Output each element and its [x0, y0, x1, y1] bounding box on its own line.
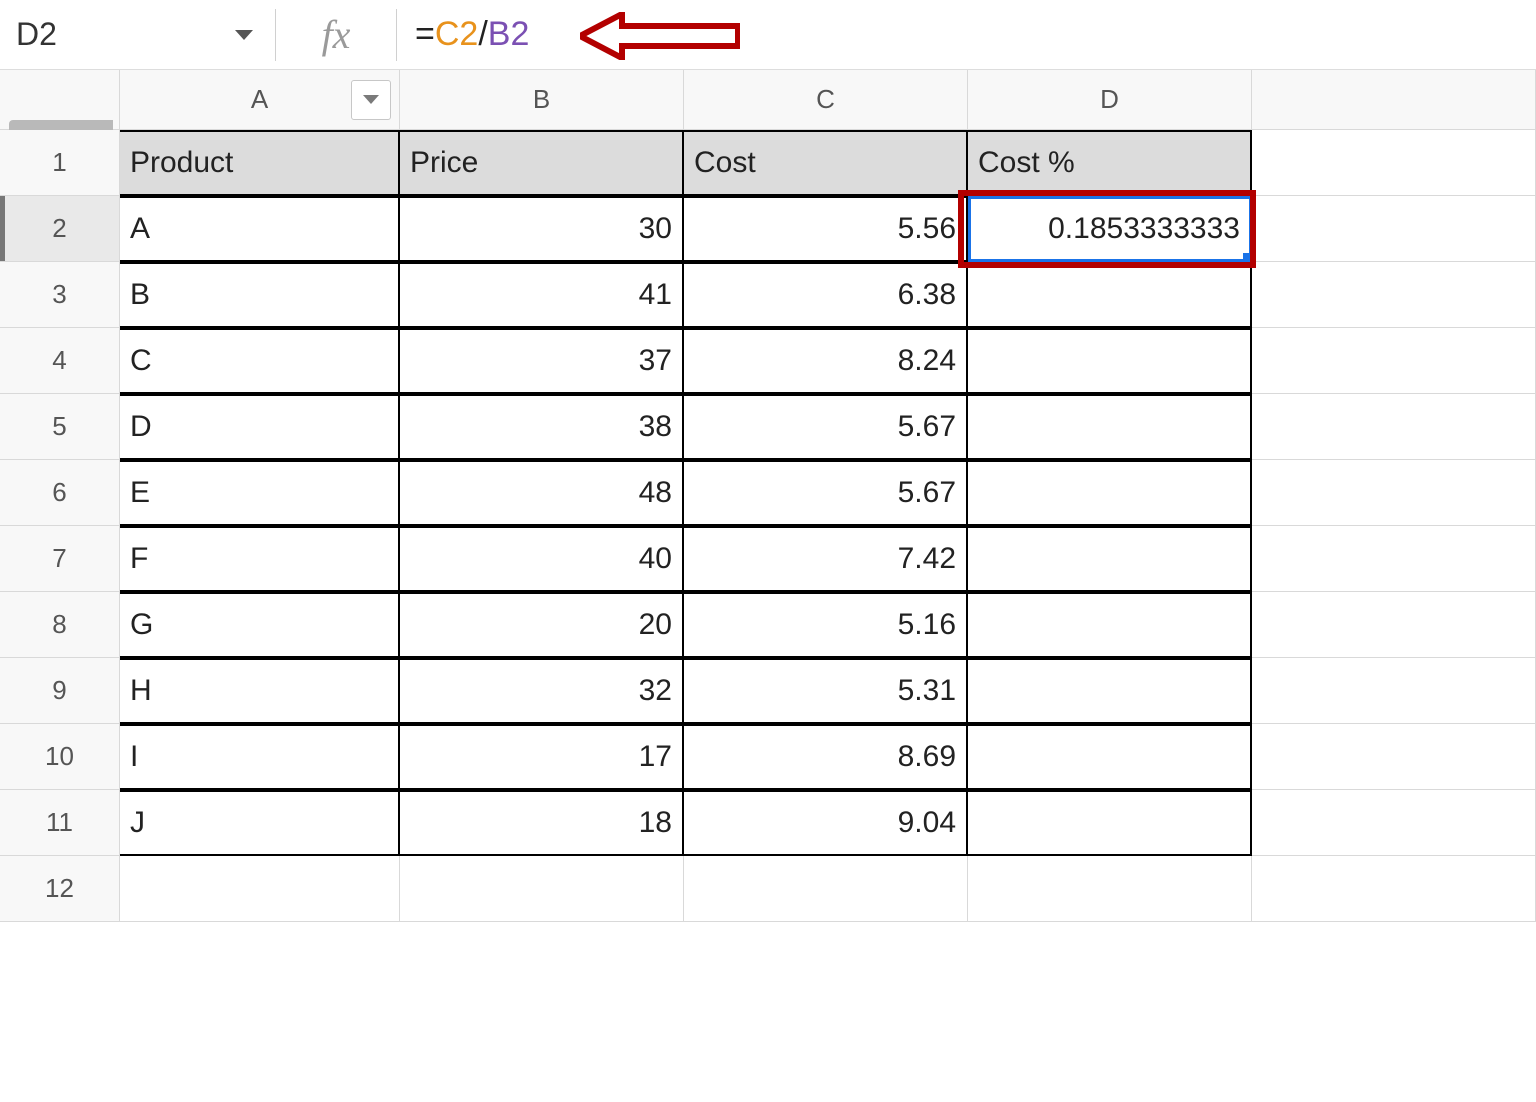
cell-c11[interactable]: 9.04 — [684, 790, 968, 856]
row-header[interactable]: 9 — [0, 658, 120, 724]
cell-d11[interactable] — [968, 790, 1252, 856]
cell-e10[interactable] — [1252, 724, 1536, 790]
cell-b9[interactable]: 32 — [400, 658, 684, 724]
cell-a9[interactable]: H — [120, 658, 400, 724]
cell-c4[interactable]: 8.24 — [684, 328, 968, 394]
column-header-b[interactable]: B — [400, 70, 684, 130]
row-header[interactable]: 6 — [0, 460, 120, 526]
cell-b4[interactable]: 37 — [400, 328, 684, 394]
column-filter-button[interactable] — [351, 80, 391, 120]
formula-ref-b2: B2 — [488, 15, 530, 54]
column-label: A — [251, 84, 268, 115]
cell-b6[interactable]: 48 — [400, 460, 684, 526]
column-header-d[interactable]: D — [968, 70, 1252, 130]
cell-e11[interactable] — [1252, 790, 1536, 856]
name-box[interactable]: D2 — [0, 0, 275, 69]
cell-b11[interactable]: 18 — [400, 790, 684, 856]
row-header[interactable]: 5 — [0, 394, 120, 460]
row-header[interactable]: 11 — [0, 790, 120, 856]
cell-d6[interactable] — [968, 460, 1252, 526]
cell-b7[interactable]: 40 — [400, 526, 684, 592]
cell-d3[interactable] — [968, 262, 1252, 328]
formula-ref-c2: C2 — [435, 15, 478, 54]
cell-e4[interactable] — [1252, 328, 1536, 394]
cell-c8[interactable]: 5.16 — [684, 592, 968, 658]
row-header[interactable]: 4 — [0, 328, 120, 394]
cell-c10[interactable]: 8.69 — [684, 724, 968, 790]
caret-down-icon[interactable] — [235, 30, 253, 40]
cell-e12[interactable] — [1252, 856, 1536, 922]
cell-b12[interactable] — [400, 856, 684, 922]
select-all-corner[interactable] — [0, 70, 120, 130]
cell-d1[interactable]: Cost % — [968, 130, 1252, 196]
cell-a12[interactable] — [120, 856, 400, 922]
cell-e2[interactable] — [1252, 196, 1536, 262]
column-label: D — [1100, 84, 1119, 115]
cell-c1[interactable]: Cost — [684, 130, 968, 196]
cell-a11[interactable]: J — [120, 790, 400, 856]
cell-e3[interactable] — [1252, 262, 1536, 328]
cell-c7[interactable]: 7.42 — [684, 526, 968, 592]
cell-b1[interactable]: Price — [400, 130, 684, 196]
column-label: B — [533, 84, 550, 115]
formula-input[interactable]: = C2 / B2 — [397, 15, 529, 54]
cell-a8[interactable]: G — [120, 592, 400, 658]
cell-a5[interactable]: D — [120, 394, 400, 460]
column-header-c[interactable]: C — [684, 70, 968, 130]
cell-d8[interactable] — [968, 592, 1252, 658]
formula-op: / — [478, 15, 487, 54]
row-header[interactable]: 7 — [0, 526, 120, 592]
cell-b8[interactable]: 20 — [400, 592, 684, 658]
cell-d9[interactable] — [968, 658, 1252, 724]
cell-e9[interactable] — [1252, 658, 1536, 724]
cell-d12[interactable] — [968, 856, 1252, 922]
row-header[interactable]: 2 — [0, 196, 120, 262]
cell-b10[interactable]: 17 — [400, 724, 684, 790]
cell-e1[interactable] — [1252, 130, 1536, 196]
cell-e7[interactable] — [1252, 526, 1536, 592]
caret-down-icon — [363, 95, 379, 104]
cell-b2[interactable]: 30 — [400, 196, 684, 262]
cell-b5[interactable]: 38 — [400, 394, 684, 460]
cell-c6[interactable]: 5.67 — [684, 460, 968, 526]
cell-c12[interactable] — [684, 856, 968, 922]
row-header[interactable]: 12 — [0, 856, 120, 922]
name-box-value: D2 — [16, 16, 57, 53]
cell-a7[interactable]: F — [120, 526, 400, 592]
row-header[interactable]: 1 — [0, 130, 120, 196]
cell-d7[interactable] — [968, 526, 1252, 592]
cell-b3[interactable]: 41 — [400, 262, 684, 328]
cell-a1[interactable]: Product — [120, 130, 400, 196]
formula-bar: D2 fx = C2 / B2 — [0, 0, 1536, 70]
cell-d5[interactable] — [968, 394, 1252, 460]
fx-icon[interactable]: fx — [276, 11, 396, 58]
cell-a2[interactable]: A — [120, 196, 400, 262]
cell-d10[interactable] — [968, 724, 1252, 790]
cell-a6[interactable]: E — [120, 460, 400, 526]
column-label: C — [816, 84, 835, 115]
column-header-e[interactable] — [1252, 70, 1536, 130]
cell-d4[interactable] — [968, 328, 1252, 394]
row-header[interactable]: 10 — [0, 724, 120, 790]
cell-d2[interactable]: 0.1853333333 — [968, 196, 1252, 262]
cell-c2[interactable]: 5.56 — [684, 196, 968, 262]
annotation-arrow-icon — [580, 12, 740, 60]
row-header[interactable]: 3 — [0, 262, 120, 328]
cell-c9[interactable]: 5.31 — [684, 658, 968, 724]
formula-eq: = — [415, 15, 435, 54]
spreadsheet-grid[interactable]: A B C D 1 Product Price Cost Cost % 2 A … — [0, 70, 1536, 922]
row-header[interactable]: 8 — [0, 592, 120, 658]
cell-e6[interactable] — [1252, 460, 1536, 526]
cell-c5[interactable]: 5.67 — [684, 394, 968, 460]
cell-e8[interactable] — [1252, 592, 1536, 658]
cell-a3[interactable]: B — [120, 262, 400, 328]
cell-e5[interactable] — [1252, 394, 1536, 460]
cell-a4[interactable]: C — [120, 328, 400, 394]
cell-a10[interactable]: I — [120, 724, 400, 790]
column-header-a[interactable]: A — [120, 70, 400, 130]
cell-c3[interactable]: 6.38 — [684, 262, 968, 328]
